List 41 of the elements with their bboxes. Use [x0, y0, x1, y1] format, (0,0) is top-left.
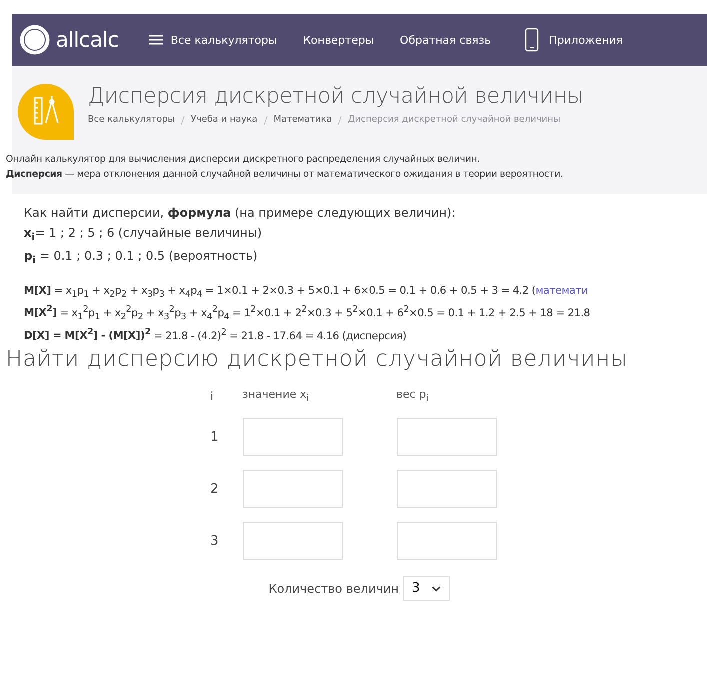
example-text: p$_{i}$ = 0.1 ; 0.3 ; 0.1 ; 0.5 (вероятность) — [24, 249, 259, 267]
column-header: вес p$_{i}$ — [396, 388, 430, 404]
nav-link[interactable]: Обратная связь — [400, 34, 492, 46]
count-label: Количество величин — [268, 582, 399, 596]
row-index: 3 — [210, 534, 220, 549]
breadcrumb-link[interactable]: Математика — [274, 115, 332, 125]
weight-input-field[interactable] — [396, 418, 496, 456]
formula-line: M[X$^{2}$] = x$_{1}$$^{2}$p$_{1}$ + x$_{2}$$^{2}$p$_{2}$ + x$_{3}$$^{2}$p$_{3}$ + x$_{4}$$^{2}$p$_{4}$ = 1$^{2}$×0.1 + 2$^{2}$×0.3 + 5$^{2}$×0.1 + 6$^{2}$×0.5 = 0.1 + 1.2 + 2.5 + 18 = 21.8 — [24, 304, 592, 323]
breadcrumb-separator-icon — [264, 116, 268, 124]
column-header: значение x$_{i}$ — [242, 388, 310, 404]
breadcrumb-separator-icon — [338, 116, 342, 124]
count-select[interactable]: 3 — [403, 576, 450, 602]
weight-input-field[interactable] — [396, 522, 496, 560]
row-index: 1 — [210, 430, 220, 445]
nav-link[interactable]: Конвертеры — [303, 34, 374, 46]
intro-text: Онлайн калькулятор для вычисления дисперсии дискретного распределения случайных величин. — [6, 154, 481, 165]
logo-circle-icon[interactable] — [20, 25, 50, 55]
formula-link[interactable]: математи — [536, 284, 588, 297]
ruler-compass-icon — [18, 84, 74, 140]
chevron-down-icon — [432, 586, 442, 592]
breadcrumb-link[interactable]: Учеба и наука — [191, 115, 258, 125]
calculator-title: Найти дисперсию дискретной случайной величины — [6, 347, 630, 372]
weight-input-field[interactable] — [396, 470, 496, 508]
formula-line: D[X] = M[X$^{2}$] - (M[X])$^{2}$ = 21.8 - (4.2)$^{2}$ = 21.8 - 17.64 = 4.16 (дисперсия) — [24, 328, 408, 342]
formula-line: M[X] = x$_{1}$p$_{1}$ + x$_{2}$p$_{2}$ + x$_{3}$p$_{3}$ + x$_{4}$p$_{4}$ = 1×0.1 + 2×0.3 + 5×0.1 + 6×0.5 = 0.1 + 0.6 + 0.5 + 3 = 4.2 (математи — [24, 284, 590, 300]
nav-link[interactable]: Приложения — [549, 34, 623, 46]
example-text: Как найти дисперсии, формула (на примере следующих величин): — [24, 206, 457, 220]
page-title: Дисперсия дискретной случайной величины — [88, 84, 584, 109]
row-index: 2 — [210, 482, 220, 497]
smartphone-icon[interactable] — [525, 28, 540, 52]
breadcrumb-link[interactable]: Все калькуляторы — [88, 115, 176, 125]
column-header: i — [210, 390, 215, 403]
menu-icon[interactable] — [148, 35, 163, 45]
nav-link[interactable]: Все калькуляторы — [170, 34, 278, 46]
example-text: x$_{i}$= 1 ; 2 ; 5 ; 6 (случайные величины) — [24, 226, 264, 244]
value-input-field[interactable] — [242, 470, 342, 508]
value-input-field[interactable] — [242, 522, 342, 560]
site-logo-text[interactable]: allcalc — [56, 28, 119, 52]
breadcrumb-separator-icon — [181, 116, 186, 124]
value-input-field[interactable] — [242, 418, 342, 456]
intro-text: Дисперсия — мера отклонения данной случайной величины от математического ожидания в теории вероятности. — [6, 169, 564, 180]
